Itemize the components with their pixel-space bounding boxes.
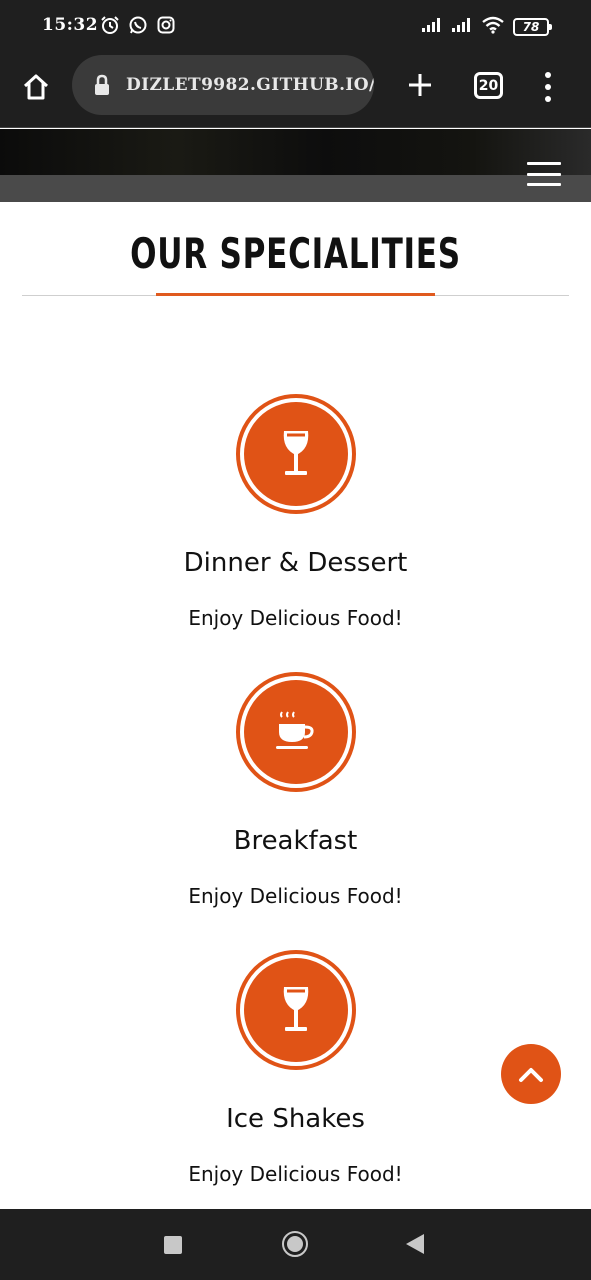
android-navigation-bar	[0, 1209, 591, 1280]
hero-image	[0, 129, 591, 175]
wine-glass-icon	[283, 987, 309, 1031]
notification-icons	[100, 15, 176, 35]
instagram-icon	[156, 15, 176, 35]
browser-toolbar: DIZLET9982.GITHUB.IO/ 20	[0, 52, 591, 128]
speciality-description: Enjoy Delicious Food!	[188, 1162, 403, 1186]
status-time: 15:32	[42, 15, 99, 35]
site-navbar	[0, 175, 591, 202]
speciality-name: Dinner & Dessert	[183, 548, 408, 578]
wine-glass-icon	[283, 431, 309, 475]
url-text[interactable]: DIZLET9982.GITHUB.IO/	[126, 75, 374, 95]
more-icon[interactable]	[536, 69, 560, 105]
speciality-description: Enjoy Delicious Food!	[188, 606, 403, 630]
alarm-icon	[100, 15, 120, 35]
scroll-to-top-button[interactable]	[501, 1044, 561, 1104]
section-title: OUR SPECIALITIES	[130, 229, 461, 278]
system-icons: 78	[421, 16, 552, 38]
speciality-icon-circle	[236, 672, 356, 792]
battery-level: 78	[522, 20, 540, 34]
wifi-icon	[481, 16, 505, 38]
hamburger-menu-icon[interactable]	[527, 160, 563, 188]
signal-icon	[451, 17, 473, 37]
new-tab-icon[interactable]	[402, 67, 438, 103]
speciality-name: Breakfast	[233, 826, 358, 856]
title-accent-line	[156, 293, 435, 296]
tabs-icon[interactable]: 20	[474, 72, 503, 99]
chevron-up-icon	[519, 1068, 543, 1082]
battery-icon: 78	[513, 18, 552, 36]
status-bar: 15:32 78	[0, 0, 591, 52]
signal-icon	[421, 17, 443, 37]
lock-icon[interactable]	[92, 73, 112, 97]
recents-button[interactable]	[164, 1236, 182, 1254]
back-button[interactable]	[406, 1234, 424, 1254]
whatsapp-icon	[128, 15, 148, 35]
home-icon[interactable]	[18, 69, 54, 105]
speciality-icon-circle	[236, 950, 356, 1070]
tab-count: 20	[478, 77, 499, 94]
coffee-cup-icon	[276, 711, 314, 749]
speciality-description: Enjoy Delicious Food!	[188, 884, 403, 908]
home-button[interactable]	[282, 1231, 308, 1257]
speciality-icon-circle	[236, 394, 356, 514]
speciality-name: Ice Shakes	[226, 1104, 365, 1134]
address-bar[interactable]: DIZLET9982.GITHUB.IO/	[72, 55, 374, 115]
